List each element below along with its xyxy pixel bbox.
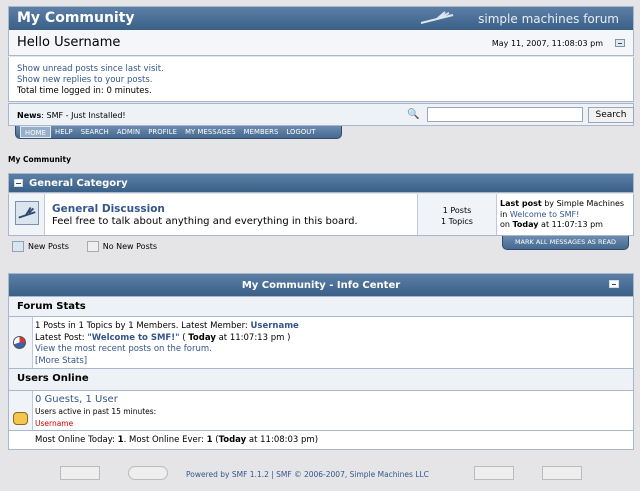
latest-member-link[interactable]: Username	[250, 321, 298, 331]
board-topics-count: 1 Topics	[441, 217, 473, 226]
mark-all-read-button[interactable]: MARK ALL MESSAGES AS READ	[502, 236, 629, 250]
new-replies-link[interactable]: Show new replies to your posts.	[17, 75, 152, 85]
username: Username	[54, 35, 121, 50]
search-button[interactable]: Search	[588, 107, 634, 123]
forum-header: My Community simple machines forum	[8, 6, 634, 30]
new-posts-label: New Posts	[28, 242, 69, 251]
latest-post-label: Latest Post:	[35, 332, 88, 343]
collapse-header-icon[interactable]	[615, 39, 625, 47]
greeting: Hello Username	[17, 35, 120, 50]
category-name[interactable]: General Category	[29, 178, 128, 189]
recent-posts-link[interactable]: View the most recent posts on the forum.	[35, 344, 212, 354]
breadcrumb[interactable]: My Community	[8, 155, 71, 164]
current-date: May 11, 2007, 11:08:03 pm	[491, 39, 603, 48]
smf-logo-icon	[420, 11, 454, 24]
collapse-info-center-icon[interactable]	[609, 280, 619, 288]
css-badge-icon[interactable]	[542, 466, 582, 480]
forum-stats-body: 1 Posts in 1 Topics by 1 Members. Latest…	[35, 321, 299, 367]
last-post-topic-link[interactable]: Welcome to SMF!	[510, 210, 580, 219]
user-info-panel: Show unread posts since last visit. Show…	[8, 57, 634, 102]
stats-icon-cell	[9, 317, 33, 368]
time-logged-in: Total time logged in: 0 minutes.	[17, 86, 152, 96]
most-online-row: Most Online Today: 1. Most Online Ever: …	[8, 431, 634, 450]
forum-stats-row: 1 Posts in 1 Topics by 1 Members. Latest…	[8, 317, 634, 369]
board-legend: New Posts No New Posts	[12, 241, 157, 252]
board-posts-count: 1 Posts	[442, 206, 472, 215]
menu-admin[interactable]: ADMIN	[113, 126, 144, 138]
guests-users-link[interactable]: 0 Guests, 1 User	[35, 394, 118, 405]
last-post-on: on	[500, 220, 513, 229]
main-menu: HOME HELP SEARCH ADMIN PROFILE MY MESSAG…	[15, 126, 342, 139]
category-header: General Category	[8, 173, 634, 193]
greeting-text: Hello	[17, 35, 50, 50]
new-posts-icon	[12, 241, 24, 252]
info-center-header: My Community - Info Center	[8, 273, 634, 297]
forum-stats-title: Forum Stats	[8, 297, 634, 317]
forum-title: My Community	[17, 10, 135, 26]
board-icon-cell	[9, 194, 45, 235]
users-online-row: 0 Guests, 1 User Users active in past 15…	[8, 391, 634, 431]
news-text: News: SMF - Just Installed!	[17, 111, 126, 120]
menu-my-messages[interactable]: MY MESSAGES	[181, 126, 240, 138]
board-description: Feel free to talk about anything and eve…	[52, 216, 358, 227]
board-stats: 1 Posts 1 Topics	[417, 194, 497, 235]
last-post-info: Last post by Simple Machines in Welcome …	[500, 199, 624, 231]
news-bar: News: SMF - Just Installed! 🔍 Search	[8, 103, 634, 126]
most-online-time: at 11:08:03 pm)	[246, 435, 319, 445]
latest-post-paren: (	[179, 332, 189, 343]
stats-summary: 1 Posts in 1 Topics by 1 Members. Latest…	[35, 321, 251, 331]
search-icon: 🔍	[407, 109, 420, 120]
latest-post-link[interactable]: "Welcome to SMF!"	[87, 333, 179, 343]
last-post-time: at 11:07:13 pm	[538, 220, 603, 229]
most-online-ever-label: . Most Online Ever:	[123, 435, 207, 445]
news-label: News	[17, 111, 42, 120]
pie-chart-icon[interactable]	[13, 336, 26, 349]
menu-search[interactable]: SEARCH	[77, 126, 113, 138]
most-online-when: Today	[218, 435, 247, 445]
latest-post-time: at 11:07:13 pm )	[215, 332, 291, 343]
collapse-category-icon[interactable]	[14, 179, 23, 187]
users-online-body: 0 Guests, 1 User Users active in past 15…	[35, 394, 156, 429]
board-row: General Discussion Feel free to talk abo…	[8, 194, 634, 236]
menu-members[interactable]: MEMBERS	[240, 126, 283, 138]
brand-name: simple machines forum	[478, 12, 619, 26]
unread-posts-link[interactable]: Show unread posts since last visit.	[17, 64, 164, 74]
no-new-posts-icon	[86, 241, 99, 252]
most-online-today-label: Most Online Today:	[35, 435, 118, 445]
users-online-title: Users Online	[8, 369, 634, 391]
latest-post-today: Today	[188, 332, 216, 343]
new-posts-board-icon[interactable]	[15, 201, 39, 225]
xhtml-badge-icon[interactable]	[474, 466, 514, 480]
last-post-label: Last post	[500, 199, 542, 208]
menu-help[interactable]: HELP	[51, 126, 77, 138]
active-users-label: Users active in past 15 minutes:	[35, 407, 157, 416]
most-online-text: Most Online Today: 1. Most Online Ever: …	[35, 435, 318, 447]
info-center-title: My Community - Info Center	[241, 280, 401, 291]
no-new-posts-label: No New Posts	[102, 242, 158, 251]
footer: Powered by SMF 1.1.2 | SMF © 2006-2007, …	[0, 462, 640, 482]
menu-profile[interactable]: PROFILE	[144, 126, 181, 138]
online-username-link[interactable]: Username	[35, 418, 156, 430]
mysql-badge-icon[interactable]	[60, 466, 100, 480]
board-name[interactable]: General Discussion	[52, 203, 165, 215]
menu-logout[interactable]: LOGOUT	[282, 126, 319, 138]
last-post-in: in	[500, 209, 510, 219]
menu-home[interactable]: HOME	[20, 126, 52, 138]
search-input[interactable]	[427, 107, 583, 122]
last-post-author: by Simple Machines	[541, 199, 625, 208]
last-post-today: Today	[512, 220, 539, 229]
news-content: : SMF - Just Installed!	[41, 111, 126, 120]
more-stats-link[interactable]: [More Stats]	[35, 356, 87, 366]
footer-credits[interactable]: Powered by SMF 1.1.2 | SMF © 2006-2007, …	[186, 470, 429, 479]
php-badge-icon[interactable]	[128, 466, 168, 480]
users-online-icon[interactable]	[13, 412, 28, 425]
user-bar: Hello Username May 11, 2007, 11:08:03 pm	[8, 30, 634, 56]
users-icon-cell	[9, 391, 33, 430]
